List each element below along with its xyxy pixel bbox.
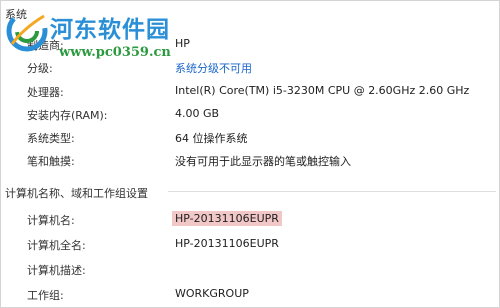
watermark-logo: 河东软件园 www.pc0359.cn <box>0 0 220 66</box>
full-computer-name-label: 计算机全名: <box>27 239 86 252</box>
watermark-swirl-icon <box>6 10 48 52</box>
workgroup-value: WORKGROUP <box>175 287 249 300</box>
section-divider <box>168 191 496 192</box>
watermark-url: www.pc0359.cn <box>59 45 171 60</box>
system-type-label: 系统类型: <box>27 132 75 145</box>
computer-description-label: 计算机描述: <box>27 264 86 277</box>
processor-label: 处理器: <box>27 86 64 99</box>
processor-value: Intel(R) Core(TM) i5-3230M CPU @ 2.60GHz… <box>175 84 470 97</box>
pen-touch-value: 没有可用于此显示器的笔或触控输入 <box>175 155 351 168</box>
computer-name-value: HP-20131106EUPR <box>172 211 282 226</box>
computer-name-label: 计算机名: <box>27 214 75 227</box>
workgroup-label: 工作组: <box>27 289 64 302</box>
full-computer-name-value: HP-20131106EUPR <box>175 237 279 250</box>
watermark-brand: 河东软件园 <box>50 16 170 43</box>
system-type-value: 64 位操作系统 <box>175 132 248 145</box>
section-title-computer-name: 计算机名称、域和工作组设置 <box>5 187 148 200</box>
pen-touch-label: 笔和触摸: <box>27 155 75 168</box>
ram-label: 安装内存(RAM): <box>27 109 108 122</box>
ram-value: 4.00 GB <box>175 107 220 120</box>
computer-name-highlight: HP-20131106EUPR <box>172 211 282 226</box>
